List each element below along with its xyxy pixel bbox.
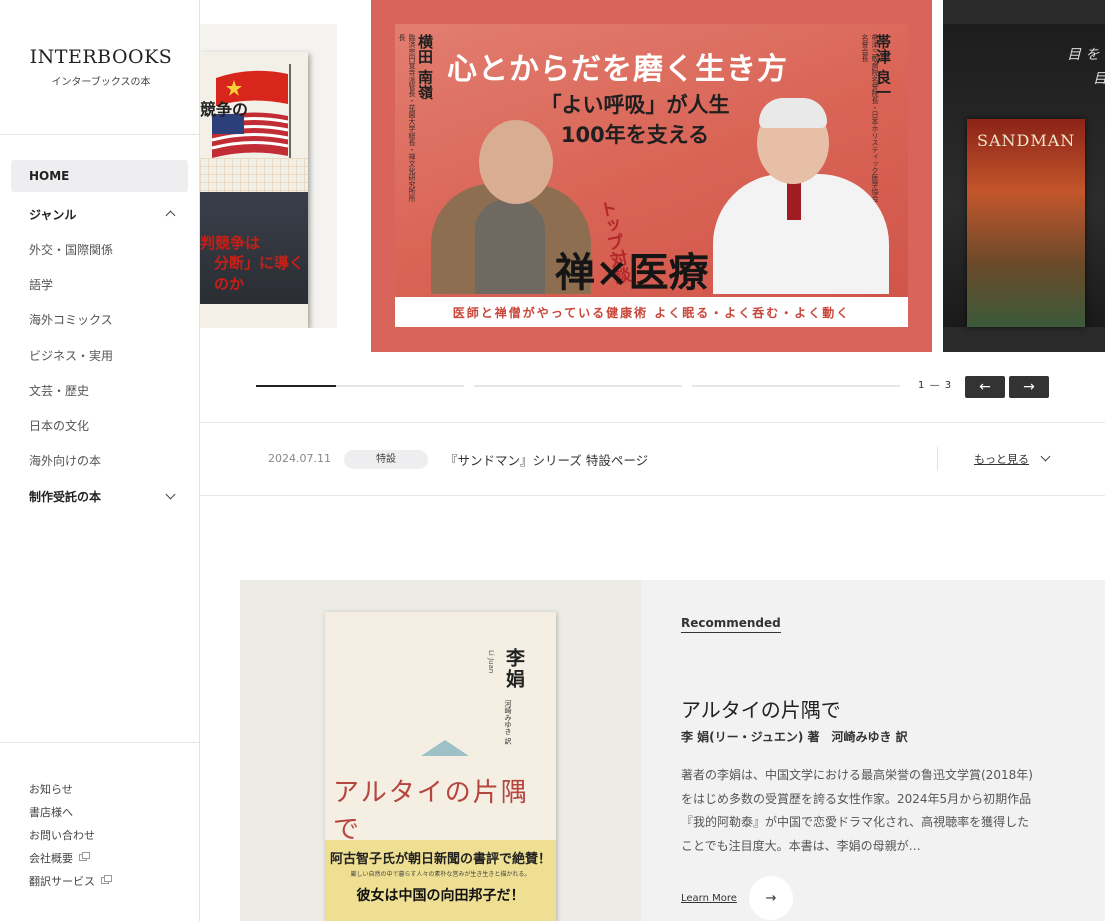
hero-band: 医師と禅僧がやっている健康術 よく眠る・よく呑む・よく動く <box>395 297 908 327</box>
cover-title: アルタイの片隅で <box>333 778 529 845</box>
logo-subtext: インターブックスの本 <box>51 77 151 88</box>
sidebar-divider <box>0 134 199 135</box>
carousel-progress-3[interactable] <box>692 385 900 387</box>
nav-genre-toggle[interactable]: ジャンル <box>11 196 188 232</box>
arrow-right-icon: → <box>765 890 777 906</box>
book-red-heading: 判競争は <box>200 234 261 252</box>
nav-genre-item[interactable]: 外交・国際関係 <box>11 232 188 267</box>
chevron-down-icon <box>165 489 176 500</box>
carousel-prev-button[interactable]: ← <box>965 376 1005 398</box>
recommended-label: Recommended <box>681 616 781 633</box>
hero-carousel: 競争の 判競争は 分断」に導くのか 臨済宗円覚寺派管長・花園大学総長・禅文化研究… <box>200 0 1105 352</box>
slide-caption: 目 を <box>1067 47 1100 63</box>
footer-link-company[interactable]: 会社概要 <box>29 846 109 869</box>
footer-link-translation[interactable]: 翻訳サービス <box>29 869 112 892</box>
book-title-fragment: 競争の <box>200 100 249 119</box>
carousel-slide-next[interactable]: 目 を 目 SANDMAN <box>943 0 1105 352</box>
cover-author-en: Li Juan <box>487 650 495 674</box>
sidebar-footer-links: お知らせ 書店様へ お問い合わせ 会社概要 翻訳サービス <box>29 778 112 892</box>
nav-genre-item[interactable]: 語学 <box>11 267 188 302</box>
news-tag: 特設 <box>344 450 428 469</box>
person1-title: 臨済宗円覚寺派管長・花園大学総長・禅文化研究所所長 <box>398 34 416 202</box>
book-cover: 競争の 判競争は 分断」に導くのか <box>200 52 308 328</box>
chevron-down-icon[interactable] <box>1040 451 1051 462</box>
slide-caption: 目 <box>1093 68 1105 88</box>
doctor-hair <box>759 98 827 128</box>
learn-more-link[interactable]: Learn More <box>681 893 737 904</box>
sidebar-divider <box>0 742 199 743</box>
hero-catchphrase: 「よい呼吸」が人生100年を支える <box>540 93 730 148</box>
doctor-tie <box>787 180 801 220</box>
band-body: 厳しい自然の中で暮らす人々の素朴な営みが生き生きと描かれる。 <box>350 871 531 878</box>
cover-author: 李娟 <box>503 648 525 690</box>
monk-robe <box>475 200 545 294</box>
nav-genre-item[interactable]: 文芸・歴史 <box>11 373 188 408</box>
footer-link-news[interactable]: お知らせ <box>29 778 109 801</box>
person2-name: 帯津 良一 <box>874 34 892 100</box>
footer-link-company-label: 会社概要 <box>29 851 73 865</box>
book-red-heading: 分断」に導くのか <box>214 254 305 293</box>
arrow-right-icon: → <box>1023 379 1035 395</box>
external-link-icon <box>79 852 90 862</box>
recommended-author: 李 娟(リー・ジュエン) 著 河崎みゆき 訳 <box>681 730 908 744</box>
footer-link-bookstores[interactable]: 書店様へ <box>29 801 109 824</box>
recommended-description: 著者の李娟は、中国文学における最高栄誉の鲁迅文学賞(2018年)をはじめ多数の受… <box>681 768 1033 853</box>
recommended-section: 李娟 Li Juan 河崎みゆき 訳 アルタイの片隅で 阿古智子氏が朝日新聞の書… <box>240 580 1105 921</box>
news-divider <box>937 447 938 471</box>
cover-band: 阿古智子氏が朝日新聞の書評で絶賛！ 厳しい自然の中で暮らす人々の素朴な営みが生き… <box>325 840 556 921</box>
arrow-left-icon: ← <box>979 379 991 395</box>
sandman-cover: SANDMAN <box>967 119 1085 327</box>
recommended-image-panel: 李娟 Li Juan 河崎みゆき 訳 アルタイの片隅で 阿古智子氏が朝日新聞の書… <box>240 580 641 921</box>
news-link[interactable]: 『サンドマン』シリーズ 特設ページ <box>445 450 648 469</box>
carousel-counter: 1 — 3 <box>918 380 952 391</box>
chevron-up-icon <box>165 210 176 221</box>
band-headline: 阿古智子氏が朝日新聞の書評で絶賛！ <box>329 852 551 867</box>
learn-more-button[interactable]: → <box>749 876 793 920</box>
counter-separator: — <box>929 380 945 391</box>
counter-current: 1 <box>918 380 926 391</box>
hero-title: 心とからだを磨く生き方 <box>447 52 788 87</box>
sidebar: INTERBOOKS インターブックスの本 HOME ジャンル 外交・国際関係 … <box>0 0 200 921</box>
carousel-slide-active[interactable]: 臨済宗円覚寺派管長・花園大学総長・禅文化研究所所長 横田 南嶺 帯津三敬病院名誉… <box>371 0 932 352</box>
nav-genre-item[interactable]: 日本の文化 <box>11 408 188 443</box>
grid-pattern <box>200 158 308 192</box>
news-more-link[interactable]: もっと見る <box>974 451 1029 467</box>
slide-background: 目 を 目 SANDMAN <box>943 24 1105 327</box>
nav-genre-item[interactable]: 海外向けの本 <box>11 443 188 478</box>
nav-commission-label: 制作受託の本 <box>29 489 102 504</box>
recommended-book-cover[interactable]: 李娟 Li Juan 河崎みゆき 訳 アルタイの片隅で 阿古智子氏が朝日新聞の書… <box>325 612 556 921</box>
site-logo[interactable]: INTERBOOKS インターブックスの本 <box>28 46 174 88</box>
counter-total: 3 <box>944 380 953 391</box>
recommended-title[interactable]: アルタイの片隅で <box>681 694 841 723</box>
carousel-next-button[interactable]: → <box>1009 376 1049 398</box>
footer-link-translation-label: 翻訳サービス <box>29 874 95 888</box>
carousel-progress-2[interactable] <box>474 385 682 387</box>
news-date: 2024.07.11 <box>268 452 331 465</box>
sidebar-nav: HOME ジャンル 外交・国際関係 語学 海外コミックス ビジネス・実用 文芸・… <box>11 160 188 514</box>
mountain-icon <box>421 740 469 756</box>
hero-banner: 臨済宗円覚寺派管長・花園大学総長・禅文化研究所所長 横田 南嶺 帯津三敬病院名誉… <box>395 24 908 327</box>
nav-genre-item[interactable]: 海外コミックス <box>11 302 188 337</box>
news-bar: 2024.07.11 特設 『サンドマン』シリーズ 特設ページ もっと見る <box>200 422 1105 496</box>
logo-text: INTERBOOKS <box>29 46 173 68</box>
hero-zen-medicine: 禅×医療 <box>555 249 709 296</box>
doctor-figure <box>713 174 889 294</box>
person1-name: 横田 南嶺 <box>416 34 434 100</box>
carousel-slide-prev[interactable]: 競争の 判競争は 分断」に導くのか <box>200 24 337 328</box>
recommended-info-panel: Recommended アルタイの片隅で 李 娟(リー・ジュエン) 著 河崎みゆ… <box>641 580 1105 921</box>
cover-translator: 河崎みゆき 訳 <box>504 700 512 745</box>
band-tagline: 彼女は中国の向田邦子だ！ <box>356 888 525 905</box>
monk-head <box>479 120 553 204</box>
carousel-progress-1[interactable] <box>256 384 464 387</box>
nav-genre-item[interactable]: ビジネス・実用 <box>11 338 188 373</box>
nav-commission-toggle[interactable]: 制作受託の本 <box>11 478 188 514</box>
footer-link-contact[interactable]: お問い合わせ <box>29 824 109 847</box>
sandman-title: SANDMAN <box>977 131 1076 150</box>
nav-genre-label: ジャンル <box>29 207 77 222</box>
nav-home[interactable]: HOME <box>11 160 188 192</box>
external-link-icon <box>101 875 112 885</box>
